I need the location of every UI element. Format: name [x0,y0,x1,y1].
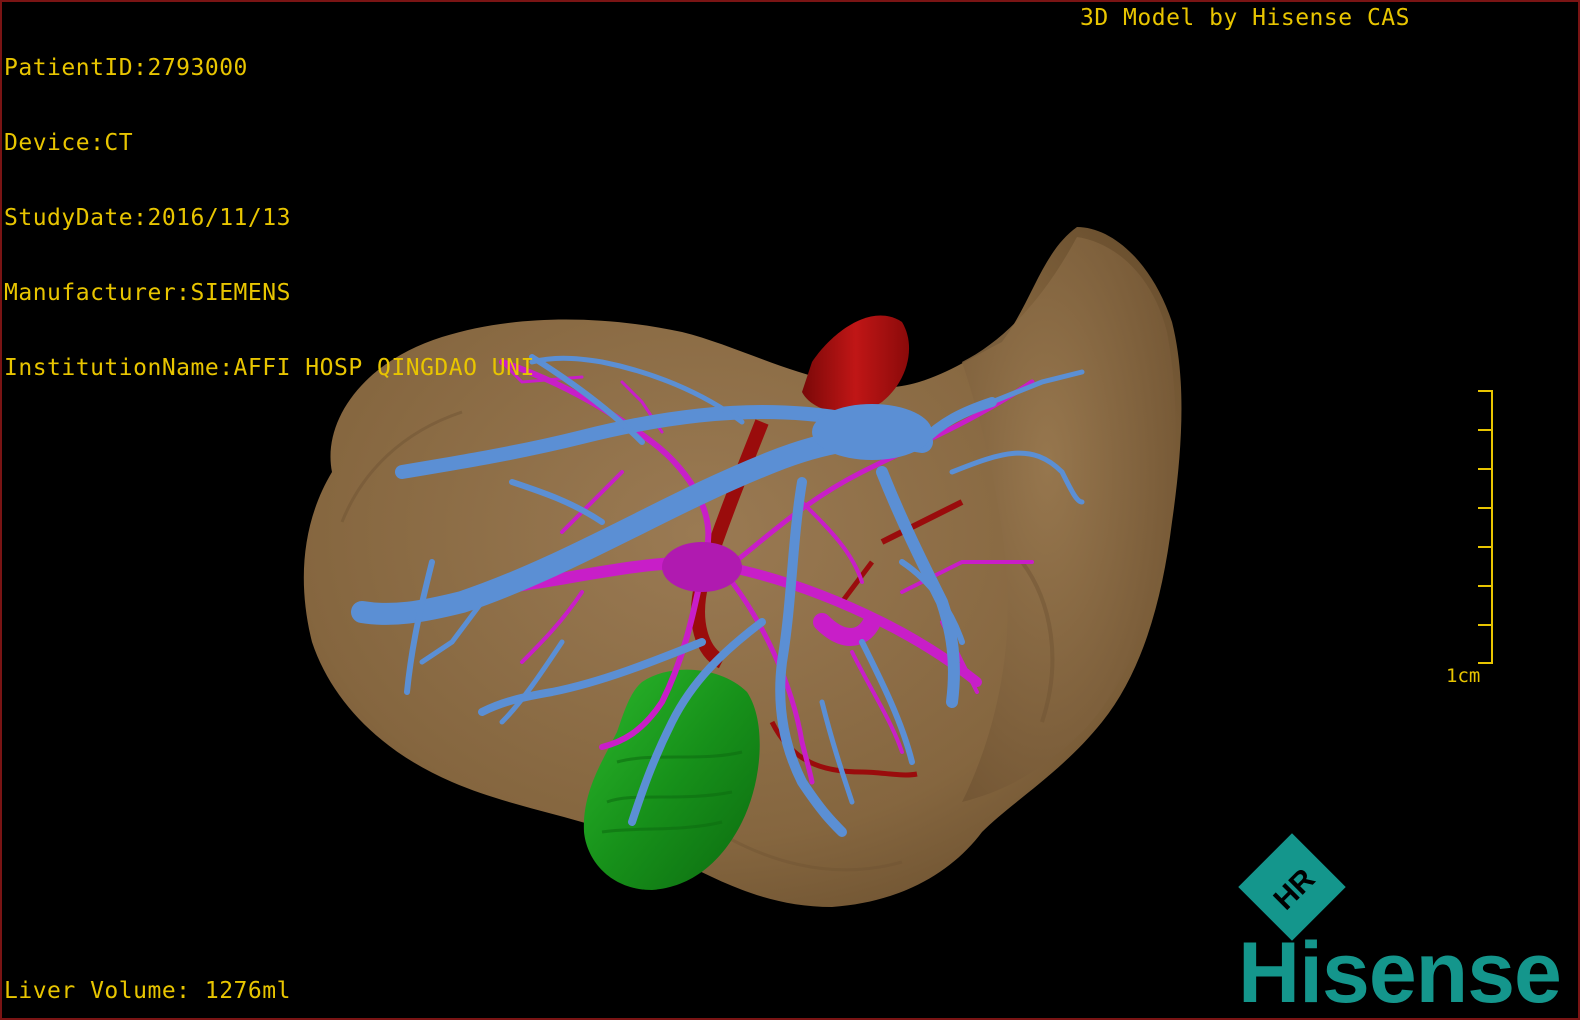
study-date-label: StudyDate:2016/11/13 [4,205,291,231]
dicom-info-panel: PatientID:2793000 Device:CT StudyDate:20… [4,6,535,431]
scale-bar [1478,390,1493,664]
device-label: Device:CT [4,130,134,156]
liver-volume-label: Liver Volume: 1276ml [4,978,291,1004]
manufacturer-label: Manufacturer:SIEMENS [4,280,291,306]
model-credit-label: 3D Model by Hisense CAS [1080,5,1410,31]
hisense-brand-logo: Hisense [1238,925,1562,1020]
scale-unit-label: 1cm [1446,665,1481,687]
institution-label: InstitutionName:AFFI HOSP QINGDAO UNI [4,355,535,381]
patient-id-label: PatientID:2793000 [4,55,248,81]
3d-model-viewport[interactable]: PatientID:2793000 Device:CT StudyDate:20… [0,0,1580,1020]
